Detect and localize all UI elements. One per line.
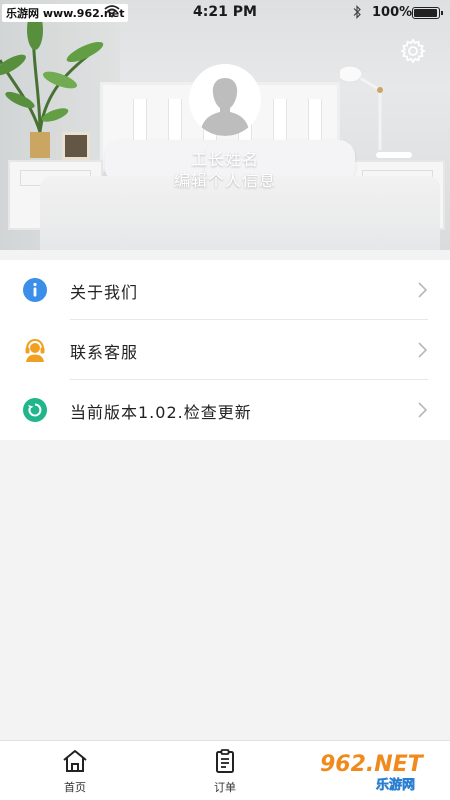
edit-profile-link[interactable]: 编辑个人信息	[0, 167, 450, 191]
settings-menu: 关于我们 联系客服 当前版本1.02.检查更新	[0, 260, 450, 440]
svg-text:乐游网: 乐游网	[376, 777, 415, 793]
headset-agent-icon	[25, 338, 45, 362]
tab-label: 首页	[64, 781, 86, 794]
menu-item-label: 联系客服	[70, 343, 139, 362]
battery-percentage: 100%	[372, 5, 413, 20]
svg-text:962.NET: 962.NET	[320, 752, 425, 777]
battery-icon	[412, 7, 443, 19]
chevron-right-icon	[418, 282, 427, 298]
user-silhouette-icon	[189, 64, 261, 136]
info-icon	[23, 278, 47, 302]
tab-orders[interactable]: 订单	[150, 741, 300, 800]
chevron-right-icon	[418, 342, 427, 358]
menu-item-contact-service[interactable]: 联系客服	[0, 320, 450, 380]
clipboard-icon	[216, 749, 234, 773]
watermark-logo: 962.NET 乐游网	[312, 747, 446, 793]
tab-home[interactable]: 首页	[0, 741, 150, 800]
menu-item-label: 关于我们	[70, 283, 139, 302]
chevron-right-icon	[418, 402, 427, 418]
gear-icon[interactable]	[400, 38, 426, 64]
avatar[interactable]	[189, 64, 261, 136]
menu-item-label: 当前版本1.02.检查更新	[70, 403, 252, 422]
bluetooth-icon	[353, 5, 361, 19]
home-icon	[63, 750, 87, 772]
status-bar: 乐游网 www.962.net 4:21 PM 100%	[0, 0, 450, 26]
menu-item-about[interactable]: 关于我们	[0, 260, 450, 320]
menu-item-check-update[interactable]: 当前版本1.02.检查更新	[0, 380, 450, 440]
refresh-icon	[23, 398, 47, 422]
tab-label: 订单	[214, 781, 236, 794]
